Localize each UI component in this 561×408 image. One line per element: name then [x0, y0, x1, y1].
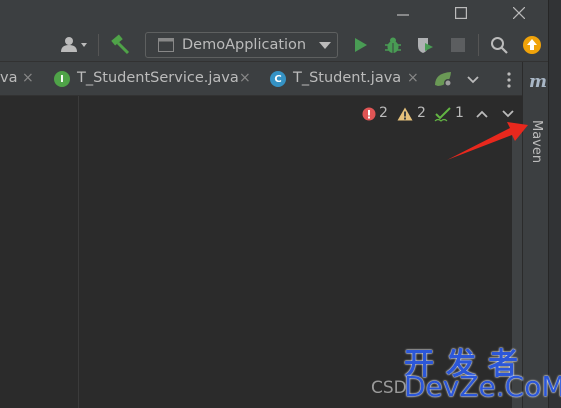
run-icon [355, 38, 367, 52]
user-icon [61, 37, 87, 52]
stop-button[interactable] [448, 35, 468, 55]
tab-label: va [0, 70, 18, 86]
minimize-button[interactable] [380, 0, 426, 26]
update-icon [523, 36, 541, 54]
warning-icon [397, 107, 413, 121]
tab-close-button[interactable]: × [407, 70, 419, 86]
tab-close-button[interactable]: × [239, 70, 251, 86]
run-configuration-label: DemoApplication [182, 37, 307, 53]
spring-leaf-icon [435, 72, 452, 87]
run-with-coverage-button[interactable] [414, 34, 436, 56]
toolbar-separator [478, 34, 479, 56]
tab-spring-file[interactable] [432, 69, 456, 89]
watermark-csd: CSD [371, 378, 407, 398]
error-icon [362, 107, 376, 121]
tab-label: T_Student.java [293, 70, 402, 86]
application-window-icon [158, 38, 174, 52]
toolbar-separator [98, 34, 99, 56]
maven-logo-icon: m [529, 72, 547, 92]
maximize-icon [455, 7, 467, 19]
more-options-button[interactable] [500, 69, 518, 91]
stop-icon [451, 38, 465, 52]
title-bar [0, 0, 548, 26]
tab-close-button[interactable]: × [22, 70, 34, 86]
ide-update-button[interactable] [520, 34, 544, 56]
gutter-divider [78, 96, 79, 408]
error-count: 2 [379, 105, 388, 121]
class-file-icon: C [270, 71, 286, 87]
maximize-button[interactable] [438, 0, 484, 26]
window-edge [548, 0, 561, 408]
chevron-down-icon [319, 42, 331, 49]
tab-label: T_StudentService.java [77, 70, 239, 86]
search-icon [491, 37, 508, 54]
more-vertical-icon [507, 72, 511, 88]
annotation-arrow-icon [447, 122, 528, 160]
chevron-down-icon [467, 76, 479, 84]
user-menu-button[interactable] [56, 34, 92, 56]
run-button[interactable] [350, 34, 372, 56]
coverage-icon [418, 38, 433, 53]
close-window-button[interactable] [496, 0, 542, 26]
interface-file-icon: I [54, 71, 70, 87]
build-button[interactable] [108, 33, 132, 57]
build-hammer-icon [111, 34, 130, 55]
search-everywhere-button[interactable] [488, 34, 510, 56]
show-hidden-tabs-button[interactable] [462, 70, 484, 90]
chevron-down-icon [81, 43, 87, 47]
debug-icon [385, 37, 401, 53]
watermark-en: DevZe.CoM [404, 370, 561, 403]
run-configuration-select[interactable]: DemoApplication [145, 32, 338, 58]
close-icon [513, 7, 525, 19]
warning-count: 2 [417, 105, 426, 121]
debug-button[interactable] [382, 34, 404, 56]
minimize-icon [397, 14, 409, 16]
